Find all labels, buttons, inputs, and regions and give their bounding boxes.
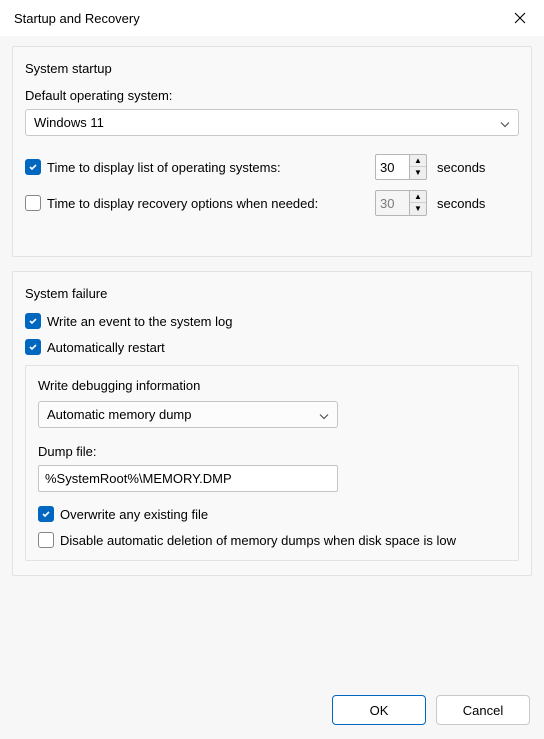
display-os-list-seconds[interactable]: ▲ ▼ <box>375 154 427 180</box>
default-os-select[interactable]: Windows 11 <box>25 109 519 136</box>
window-title: Startup and Recovery <box>14 11 500 26</box>
spin-up-icon[interactable]: ▲ <box>410 191 426 203</box>
close-icon <box>514 12 526 24</box>
spinner-buttons[interactable]: ▲ ▼ <box>409 190 427 216</box>
write-event-checkbox[interactable] <box>25 313 41 329</box>
cancel-button[interactable]: Cancel <box>436 695 530 725</box>
disable-auto-delete-label: Disable automatic deletion of memory dum… <box>60 533 456 548</box>
dump-type-select[interactable]: Automatic memory dump <box>38 401 338 428</box>
disable-auto-delete-checkbox[interactable] <box>38 532 54 548</box>
display-recovery-label: Time to display recovery options when ne… <box>47 196 318 211</box>
display-os-list-seconds-input[interactable] <box>375 154 409 180</box>
dialog-body: System startup Default operating system:… <box>0 36 544 739</box>
overwrite-label: Overwrite any existing file <box>60 507 208 522</box>
dump-file-input[interactable] <box>38 465 338 492</box>
write-event-label: Write an event to the system log <box>47 314 232 329</box>
auto-restart-label: Automatically restart <box>47 340 165 355</box>
write-debugging-group: Write debugging information Automatic me… <box>25 365 519 561</box>
spin-down-icon[interactable]: ▼ <box>410 203 426 215</box>
spinner-buttons[interactable]: ▲ ▼ <box>409 154 427 180</box>
dialog-footer: OK Cancel <box>332 695 530 725</box>
write-debugging-title: Write debugging information <box>38 378 506 393</box>
dump-type-value: Automatic memory dump <box>47 407 192 422</box>
system-failure-title: System failure <box>25 286 519 301</box>
chevron-down-icon <box>319 407 329 422</box>
default-os-value: Windows 11 <box>34 115 104 130</box>
system-startup-title: System startup <box>25 61 519 76</box>
system-failure-group: System failure Write an event to the sys… <box>12 271 532 576</box>
spin-up-icon[interactable]: ▲ <box>410 155 426 167</box>
display-recovery-checkbox[interactable] <box>25 195 41 211</box>
close-button[interactable] <box>500 4 540 32</box>
display-os-list-label: Time to display list of operating system… <box>47 160 281 175</box>
titlebar: Startup and Recovery <box>0 0 544 36</box>
spin-down-icon[interactable]: ▼ <box>410 167 426 179</box>
display-recovery-seconds-input[interactable] <box>375 190 409 216</box>
display-os-list-checkbox[interactable] <box>25 159 41 175</box>
system-startup-group: System startup Default operating system:… <box>12 46 532 257</box>
seconds-unit: seconds <box>437 196 485 211</box>
overwrite-checkbox[interactable] <box>38 506 54 522</box>
chevron-down-icon <box>500 115 510 130</box>
seconds-unit: seconds <box>437 160 485 175</box>
display-recovery-seconds[interactable]: ▲ ▼ <box>375 190 427 216</box>
auto-restart-checkbox[interactable] <box>25 339 41 355</box>
default-os-label: Default operating system: <box>25 88 519 103</box>
dump-file-label: Dump file: <box>38 444 506 459</box>
ok-button[interactable]: OK <box>332 695 426 725</box>
